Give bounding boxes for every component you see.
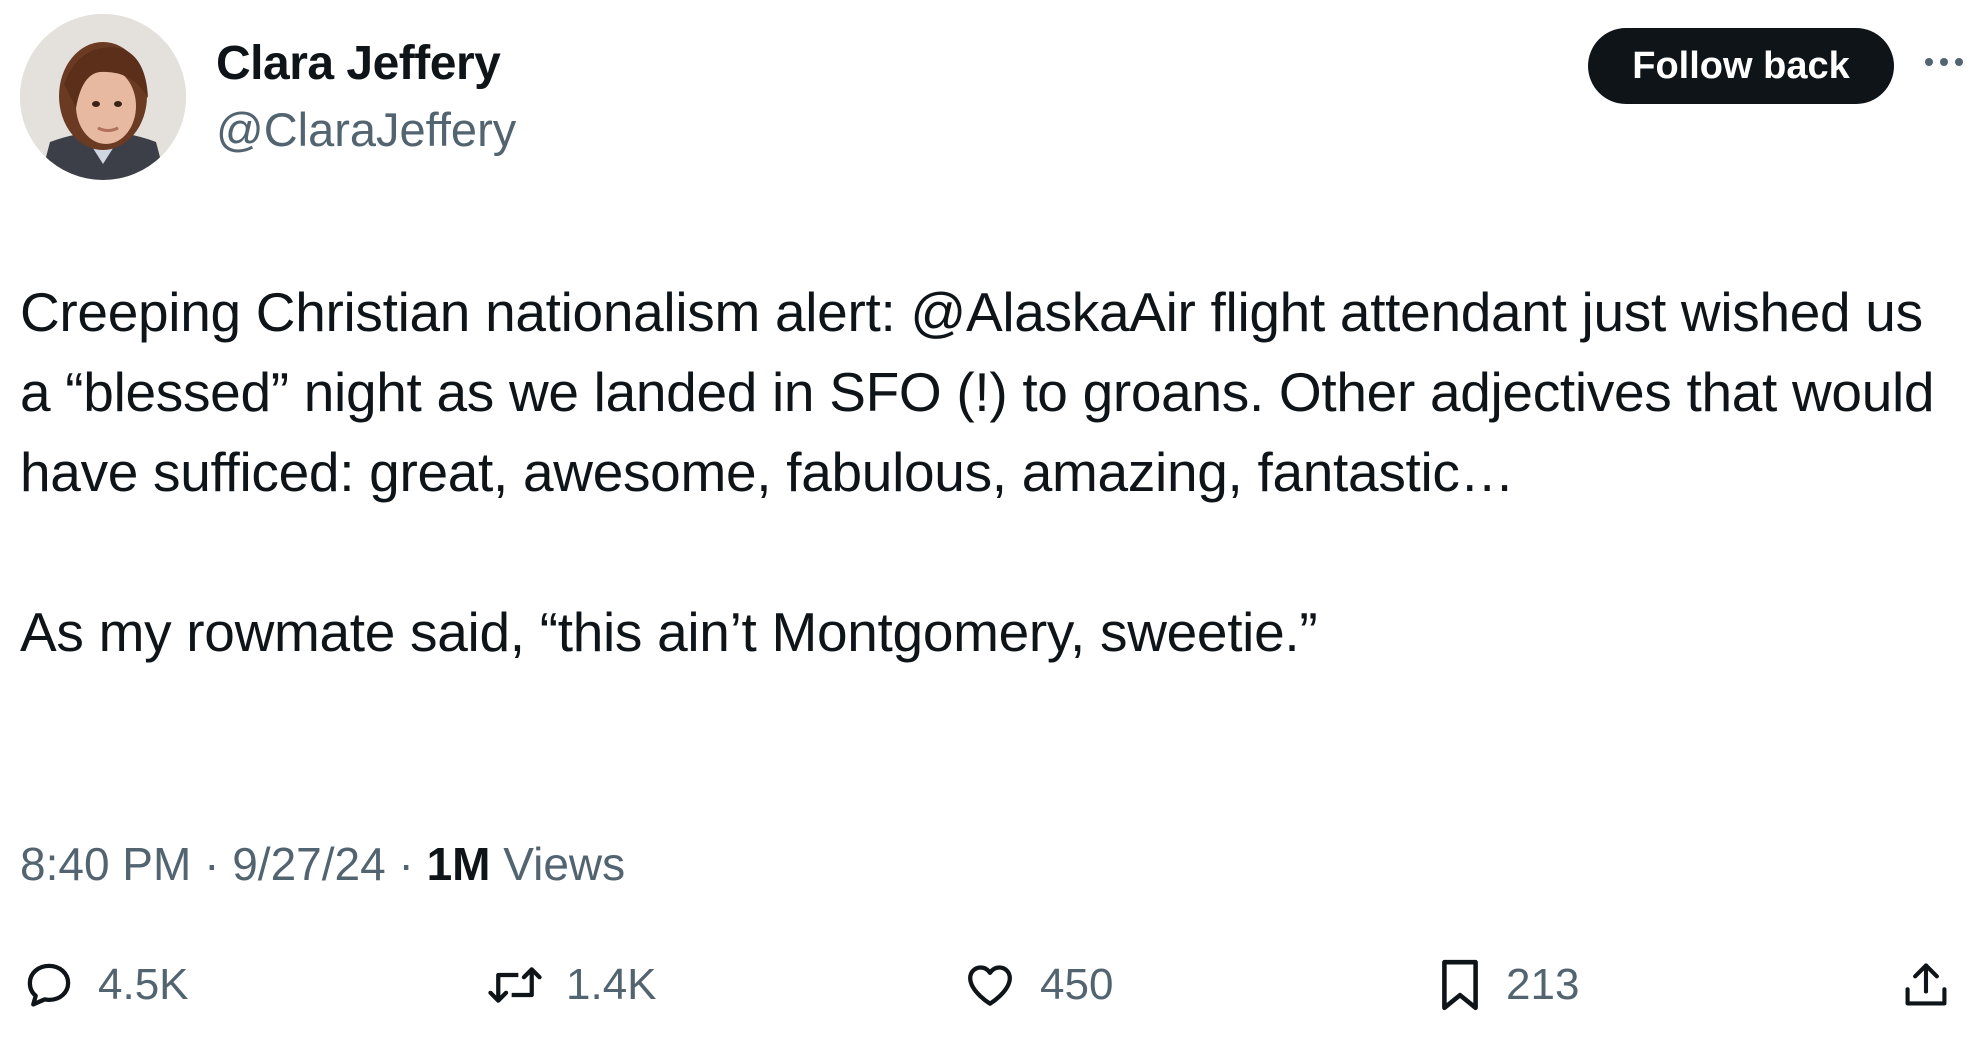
reply-count: 4.5K [98,960,189,1009]
author-handle[interactable]: @ClaraJeffery [216,100,516,160]
share-icon [1905,963,1947,1006]
avatar[interactable] [20,14,186,180]
meta-separator: · [191,838,233,890]
views-count: 1M [426,838,491,890]
views-label: Views [503,838,626,890]
tweet-time[interactable]: 8:40 PM [20,838,191,890]
tweet-text: Creeping Christian nationalism alert: @A… [20,272,1960,672]
tweet: Clara Jeffery @ClaraJeffery Follow back … [0,0,1980,1060]
tweet-paragraph: Creeping Christian nationalism alert: @A… [20,272,1960,512]
tweet-text-segment: Creeping Christian nationalism alert: [20,281,911,343]
mention-link[interactable]: @AlaskaAir [910,281,1195,343]
share-button[interactable] [1900,952,1952,1018]
author-name[interactable]: Clara Jeffery [216,34,501,94]
repost-button[interactable]: 1.4K [486,952,657,1018]
meta-separator: · [385,838,427,890]
repost-count: 1.4K [566,960,657,1009]
heart-icon [968,965,1012,1006]
repost-icon [488,967,542,1003]
more-options-button[interactable] [1918,42,1970,82]
action-bar: 4.5K 1.4K 450 213 [0,952,1980,1018]
follow-back-button[interactable]: Follow back [1588,28,1894,104]
bookmark-button[interactable]: 213 [1436,952,1579,1018]
tweet-date[interactable]: 9/27/24 [232,838,385,890]
tweet-meta: 8:40 PM · 9/27/24 · 1M Views [20,834,625,894]
more-dots-icon [1925,58,1963,66]
reply-icon [27,963,71,1007]
like-count: 450 [1040,960,1114,1009]
bookmark-count: 213 [1506,960,1580,1009]
reply-button[interactable]: 4.5K [22,952,189,1018]
tweet-paragraph: As my rowmate said, “this ain’t Montgome… [20,601,1318,663]
bookmark-icon [1442,959,1478,1011]
avatar-photo [20,14,186,180]
like-button[interactable]: 450 [962,952,1113,1018]
